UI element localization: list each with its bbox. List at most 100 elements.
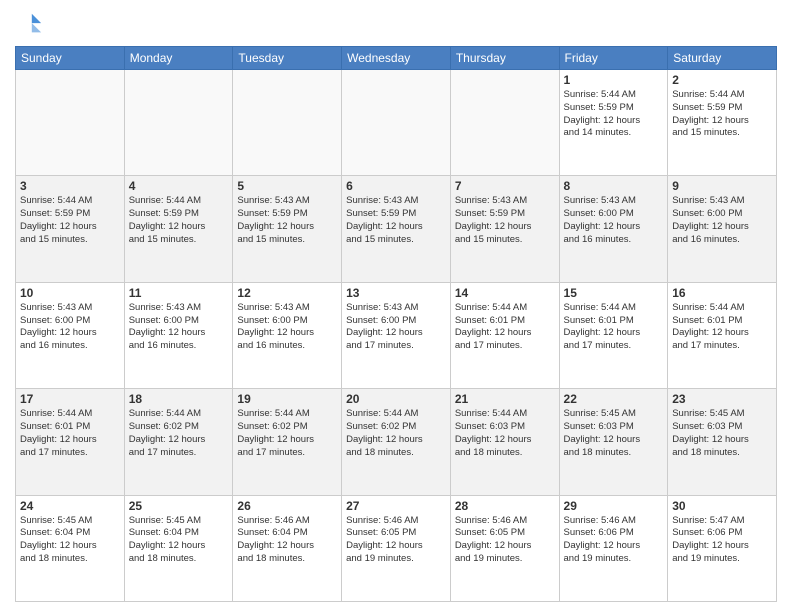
calendar-table: SundayMondayTuesdayWednesdayThursdayFrid… [15, 46, 777, 602]
calendar-cell: 25Sunrise: 5:45 AM Sunset: 6:04 PM Dayli… [124, 495, 233, 601]
weekday-header-thursday: Thursday [450, 47, 559, 70]
calendar-cell: 14 Sunrise: 5:44 AM Sunset: 6:01 PM Dayli… [450, 282, 559, 388]
day-info: Sunrise: 5:46 AM Sunset: 6:06 PM Dayligh… [564, 515, 664, 566]
calendar-cell: 18 Sunrise: 5:44 AM Sunset: 6:02 PM Dayli… [124, 389, 233, 495]
day-info: Sunrise: 5:43 AM Sunset: 6:00 PM Dayligh… [564, 195, 664, 246]
day-info: Sunrise: 5:44 AM Sunset: 6:01 PM Dayligh… [455, 302, 555, 353]
day-info: Sunrise: 5:44 AM Sunset: 6:01 PM Dayligh… [564, 302, 664, 353]
day-number: 13 [346, 286, 446, 300]
calendar-cell: 6 Sunrise: 5:43 AM Sunset: 5:59 PM Daylig… [342, 176, 451, 282]
day-info: Sunrise: 5:44 AM Sunset: 5:59 PM Dayligh… [129, 195, 229, 246]
calendar-cell: 8 Sunrise: 5:43 AM Sunset: 6:00 PM Daylig… [559, 176, 668, 282]
day-number: 19 [237, 392, 337, 406]
day-info: Sunrise: 5:43 AM Sunset: 5:59 PM Dayligh… [455, 195, 555, 246]
day-number: 14 [455, 286, 555, 300]
day-info: Sunrise: 5:44 AM Sunset: 5:59 PM Dayligh… [20, 195, 120, 246]
day-info: Sunrise: 5:44 AM Sunset: 6:01 PM Dayligh… [672, 302, 772, 353]
day-info: Sunrise: 5:44 AM Sunset: 6:02 PM Dayligh… [129, 408, 229, 459]
week-row-0: 1 Sunrise: 5:44 AM Sunset: 5:59 PM Daylig… [16, 70, 777, 176]
weekday-header-tuesday: Tuesday [233, 47, 342, 70]
calendar-cell: 15 Sunrise: 5:44 AM Sunset: 6:01 PM Dayli… [559, 282, 668, 388]
day-number: 30 [672, 499, 772, 513]
calendar-cell: 24 Sunrise: 5:45 AM Sunset: 6:04 PM Dayli… [16, 495, 125, 601]
day-info: Sunrise: 5:45 AM Sunset: 6:03 PM Dayligh… [564, 408, 664, 459]
day-number: 17 [20, 392, 120, 406]
calendar-cell: 13 Sunrise: 5:43 AM Sunset: 6:00 PM Dayli… [342, 282, 451, 388]
day-info: Sunrise: 5:43 AM Sunset: 6:00 PM Dayligh… [346, 302, 446, 353]
day-number: 11 [129, 286, 229, 300]
logo-icon [15, 10, 43, 38]
day-number: 24 [20, 499, 120, 513]
day-number: 6 [346, 179, 446, 193]
calendar-cell [16, 70, 125, 176]
week-row-4: 24 Sunrise: 5:45 AM Sunset: 6:04 PM Dayli… [16, 495, 777, 601]
day-info: Sunrise: 5:45 AM Sunset: 6:03 PM Dayligh… [672, 408, 772, 459]
day-number: 21 [455, 392, 555, 406]
weekday-header-sunday: Sunday [16, 47, 125, 70]
calendar-cell: 21 Sunrise: 5:44 AM Sunset: 6:03 PM Dayli… [450, 389, 559, 495]
calendar-cell: 3 Sunrise: 5:44 AM Sunset: 5:59 PM Daylig… [16, 176, 125, 282]
calendar-cell: 5 Sunrise: 5:43 AM Sunset: 5:59 PM Daylig… [233, 176, 342, 282]
calendar-cell [342, 70, 451, 176]
day-number: 10 [20, 286, 120, 300]
calendar-cell: 17Sunrise: 5:44 AM Sunset: 6:01 PM Dayli… [16, 389, 125, 495]
calendar-cell [233, 70, 342, 176]
calendar-cell: 9 Sunrise: 5:43 AM Sunset: 6:00 PM Daylig… [668, 176, 777, 282]
calendar-cell: 7 Sunrise: 5:43 AM Sunset: 5:59 PM Daylig… [450, 176, 559, 282]
day-number: 18 [129, 392, 229, 406]
calendar-cell: 29 Sunrise: 5:46 AM Sunset: 6:06 PM Dayli… [559, 495, 668, 601]
day-number: 8 [564, 179, 664, 193]
day-number: 29 [564, 499, 664, 513]
weekday-header-wednesday: Wednesday [342, 47, 451, 70]
day-info: Sunrise: 5:46 AM Sunset: 6:05 PM Dayligh… [455, 515, 555, 566]
calendar-cell: 28 Sunrise: 5:46 AM Sunset: 6:05 PM Dayli… [450, 495, 559, 601]
day-number: 4 [129, 179, 229, 193]
day-number: 15 [564, 286, 664, 300]
day-info: Sunrise: 5:43 AM Sunset: 6:00 PM Dayligh… [129, 302, 229, 353]
day-info: Sunrise: 5:43 AM Sunset: 6:00 PM Dayligh… [237, 302, 337, 353]
logo [15, 10, 47, 38]
day-info: Sunrise: 5:44 AM Sunset: 5:59 PM Dayligh… [672, 89, 772, 140]
calendar-cell: 20 Sunrise: 5:44 AM Sunset: 6:02 PM Dayli… [342, 389, 451, 495]
calendar-cell: 12Sunrise: 5:43 AM Sunset: 6:00 PM Dayli… [233, 282, 342, 388]
day-number: 26 [237, 499, 337, 513]
calendar-cell: 30 Sunrise: 5:47 AM Sunset: 6:06 PM Dayli… [668, 495, 777, 601]
weekday-header-saturday: Saturday [668, 47, 777, 70]
page: SundayMondayTuesdayWednesdayThursdayFrid… [0, 0, 792, 612]
calendar-cell: 19 Sunrise: 5:44 AM Sunset: 6:02 PM Dayli… [233, 389, 342, 495]
day-info: Sunrise: 5:45 AM Sunset: 6:04 PM Dayligh… [20, 515, 120, 566]
day-number: 9 [672, 179, 772, 193]
weekday-header-friday: Friday [559, 47, 668, 70]
day-info: Sunrise: 5:44 AM Sunset: 6:02 PM Dayligh… [346, 408, 446, 459]
header [15, 10, 777, 38]
day-info: Sunrise: 5:44 AM Sunset: 6:03 PM Dayligh… [455, 408, 555, 459]
day-info: Sunrise: 5:45 AM Sunset: 6:04 PM Dayligh… [129, 515, 229, 566]
week-row-3: 17Sunrise: 5:44 AM Sunset: 6:01 PM Dayli… [16, 389, 777, 495]
day-number: 23 [672, 392, 772, 406]
calendar-cell: 10 Sunrise: 5:43 AM Sunset: 6:00 PM Dayli… [16, 282, 125, 388]
day-number: 20 [346, 392, 446, 406]
day-info: Sunrise: 5:43 AM Sunset: 5:59 PM Dayligh… [346, 195, 446, 246]
day-number: 16 [672, 286, 772, 300]
calendar-cell: 11 Sunrise: 5:43 AM Sunset: 6:00 PM Dayli… [124, 282, 233, 388]
calendar-cell [450, 70, 559, 176]
day-number: 28 [455, 499, 555, 513]
week-row-2: 10 Sunrise: 5:43 AM Sunset: 6:00 PM Dayli… [16, 282, 777, 388]
calendar-cell: 23 Sunrise: 5:45 AM Sunset: 6:03 PM Dayli… [668, 389, 777, 495]
day-number: 1 [564, 73, 664, 87]
week-row-1: 3 Sunrise: 5:44 AM Sunset: 5:59 PM Daylig… [16, 176, 777, 282]
weekday-header-monday: Monday [124, 47, 233, 70]
day-number: 27 [346, 499, 446, 513]
day-info: Sunrise: 5:43 AM Sunset: 5:59 PM Dayligh… [237, 195, 337, 246]
day-info: Sunrise: 5:43 AM Sunset: 6:00 PM Dayligh… [672, 195, 772, 246]
day-info: Sunrise: 5:47 AM Sunset: 6:06 PM Dayligh… [672, 515, 772, 566]
day-info: Sunrise: 5:44 AM Sunset: 6:02 PM Dayligh… [237, 408, 337, 459]
day-info: Sunrise: 5:44 AM Sunset: 5:59 PM Dayligh… [564, 89, 664, 140]
day-number: 7 [455, 179, 555, 193]
day-info: Sunrise: 5:43 AM Sunset: 6:00 PM Dayligh… [20, 302, 120, 353]
calendar-cell: 16 Sunrise: 5:44 AM Sunset: 6:01 PM Dayli… [668, 282, 777, 388]
calendar-cell: 27Sunrise: 5:46 AM Sunset: 6:05 PM Dayli… [342, 495, 451, 601]
day-number: 5 [237, 179, 337, 193]
day-number: 3 [20, 179, 120, 193]
calendar-cell: 26Sunrise: 5:46 AM Sunset: 6:04 PM Dayli… [233, 495, 342, 601]
